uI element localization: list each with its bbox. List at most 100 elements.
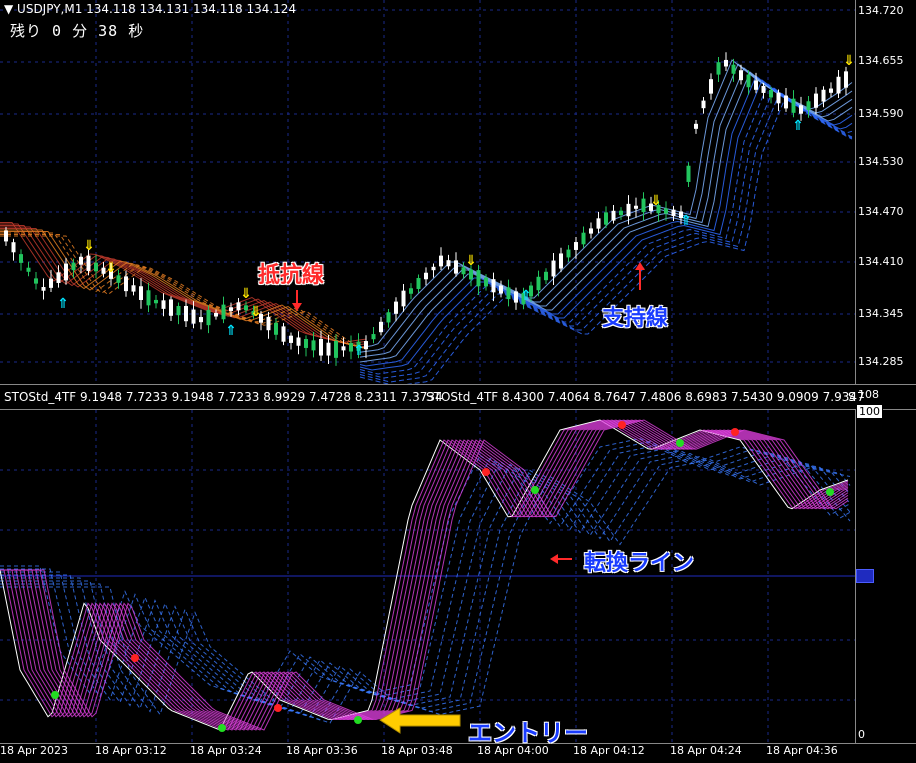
candle-body bbox=[11, 242, 16, 253]
candle-body bbox=[536, 276, 541, 291]
buy-signal-icon: ⇑ bbox=[792, 118, 804, 134]
candle-body bbox=[596, 218, 601, 229]
buy-signal-icon: ⇑ bbox=[353, 343, 365, 359]
price-chart-canvas[interactable]: ⇑ ⇑ ⇑ ⇑ ⇑ ⇑ ⇓ ⇓ ⇓ ⇓ ⇓ ⇓ ⇓ bbox=[0, 0, 855, 387]
candle-body bbox=[139, 286, 143, 300]
buy-signal-icon: ⇑ bbox=[520, 288, 532, 304]
candle-body bbox=[401, 290, 406, 307]
indicator-axis-max: 108 bbox=[858, 388, 879, 401]
price-axis-divider bbox=[855, 0, 856, 384]
candle-body bbox=[79, 256, 83, 265]
bearish-dot bbox=[482, 468, 490, 476]
stochastic-canvas[interactable] bbox=[0, 410, 855, 743]
candle-body bbox=[446, 260, 451, 267]
candle-body bbox=[484, 277, 488, 287]
candle-body bbox=[371, 334, 376, 340]
price-label: 134.285 bbox=[858, 355, 904, 368]
candle-body bbox=[296, 337, 301, 346]
candle-body bbox=[821, 89, 826, 102]
candle-body bbox=[716, 62, 721, 75]
candle-body bbox=[244, 305, 248, 311]
candle-body bbox=[56, 272, 61, 283]
candle-body bbox=[236, 302, 241, 311]
support-ribbon-line bbox=[359, 91, 853, 383]
bullish-dot bbox=[676, 439, 684, 447]
indicator-label-tail: S bbox=[848, 390, 856, 404]
candle-body bbox=[619, 210, 623, 216]
candle-body bbox=[71, 262, 76, 271]
indicator-axis-divider bbox=[855, 410, 856, 743]
candle-body bbox=[776, 92, 781, 104]
candle-body bbox=[326, 342, 331, 356]
candle-body bbox=[4, 230, 8, 242]
candle-body bbox=[49, 278, 53, 288]
price-chart-pane[interactable]: ⇑ ⇑ ⇑ ⇑ ⇑ ⇑ ⇓ ⇓ ⇓ ⇓ ⇓ ⇓ ⇓ bbox=[0, 0, 855, 387]
time-label: 18 Apr 2023 bbox=[0, 744, 69, 757]
sell-signal-icon: ⇓ bbox=[650, 193, 662, 209]
candle-body bbox=[274, 322, 278, 335]
candle-body bbox=[574, 242, 578, 250]
turn-line-annotation: 転換ライン bbox=[584, 551, 695, 576]
time-label: 18 Apr 03:36 bbox=[286, 744, 358, 757]
candle-body bbox=[566, 249, 571, 258]
candle-body bbox=[334, 340, 338, 358]
candle-body bbox=[281, 326, 286, 342]
candle-body bbox=[289, 335, 293, 343]
indicator-label-2: STOStd_4TF 8.4300 7.4064 8.7647 7.4806 8… bbox=[426, 390, 865, 404]
candle-body bbox=[499, 285, 503, 294]
sell-signal-icon: ⇓ bbox=[465, 253, 477, 269]
price-label: 134.530 bbox=[858, 155, 904, 168]
candle-body bbox=[221, 304, 226, 320]
candle-body bbox=[709, 79, 713, 94]
bearish-dot bbox=[618, 421, 626, 429]
candle-body bbox=[836, 76, 841, 94]
price-label: 134.590 bbox=[858, 107, 904, 120]
support-ribbon-line bbox=[359, 87, 853, 379]
candle-body bbox=[671, 209, 676, 217]
candle-body bbox=[154, 299, 158, 304]
candle-body bbox=[169, 299, 173, 316]
candle-body bbox=[551, 260, 556, 277]
candle-body bbox=[694, 123, 698, 129]
time-label: 18 Apr 03:24 bbox=[190, 744, 262, 757]
candle-body bbox=[514, 291, 518, 303]
candle-body bbox=[611, 210, 616, 221]
bearish-dot bbox=[731, 428, 739, 436]
candle-body bbox=[506, 287, 511, 300]
candle-body bbox=[86, 255, 91, 271]
candle-body bbox=[131, 285, 136, 292]
candle-body bbox=[761, 85, 766, 93]
candle-body bbox=[769, 89, 773, 98]
candle-body bbox=[19, 254, 23, 263]
candle-body bbox=[664, 208, 668, 214]
candle-body bbox=[199, 317, 203, 323]
candle-body bbox=[634, 205, 638, 209]
candle-body bbox=[191, 309, 196, 324]
price-label: 134.470 bbox=[858, 205, 904, 218]
candle-body bbox=[409, 288, 413, 294]
bar-countdown-timer: 残り 0 分 38 秒 bbox=[10, 22, 145, 40]
indicator-axis-min: 0 bbox=[858, 728, 865, 741]
candle-body bbox=[341, 346, 346, 351]
candle-body bbox=[214, 312, 218, 317]
pane-separator[interactable] bbox=[0, 384, 916, 385]
price-label: 134.410 bbox=[858, 255, 904, 268]
time-label: 18 Apr 03:12 bbox=[95, 744, 167, 757]
candle-body bbox=[581, 232, 586, 245]
candle-body bbox=[454, 260, 458, 274]
buy-signal-icon: ⇑ bbox=[225, 323, 237, 339]
level-100-tag: 100 bbox=[856, 404, 883, 419]
candle-body bbox=[34, 278, 38, 284]
candle-body bbox=[116, 275, 121, 283]
bearish-dot bbox=[274, 704, 282, 712]
candle-body bbox=[844, 71, 848, 88]
stochastic-pane[interactable] bbox=[0, 410, 855, 743]
candle-body bbox=[304, 339, 308, 348]
candle-body bbox=[416, 278, 421, 289]
sell-signal-icon: ⇓ bbox=[843, 53, 855, 69]
candle-body bbox=[559, 253, 563, 269]
candle-body bbox=[589, 228, 593, 234]
candle-body bbox=[476, 270, 481, 287]
candle-body bbox=[184, 305, 188, 322]
candle-body bbox=[64, 263, 68, 281]
